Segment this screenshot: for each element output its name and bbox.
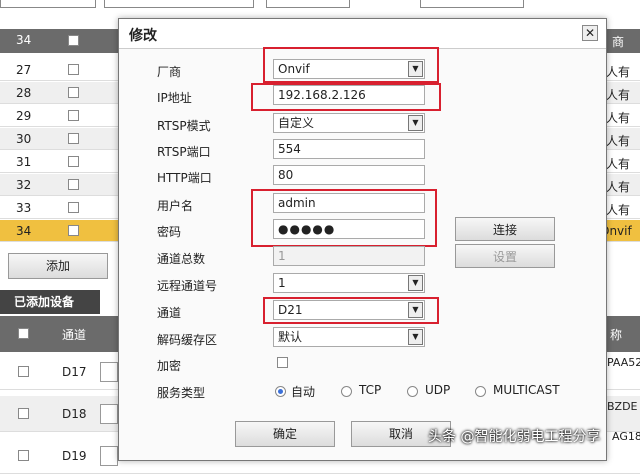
row-num: 34 [16, 224, 32, 238]
radio-tcp-label: TCP [359, 383, 382, 397]
settings-button[interactable]: 设置 [455, 244, 555, 268]
row-checkbox[interactable] [68, 87, 79, 98]
row-right-text: 人有 [606, 180, 631, 194]
rtsp-mode-select[interactable]: 自定义 ▼ [273, 113, 425, 133]
http-port-label: HTTP端口 [157, 171, 212, 185]
radio-udp[interactable] [407, 386, 418, 397]
remote-channel-select[interactable]: 1 ▼ [273, 273, 425, 293]
radio-auto[interactable] [275, 386, 286, 397]
watermark-text: 头条 @智能化弱电工程分享 [428, 429, 601, 445]
row-num: 31 [16, 155, 32, 169]
row-num: 33 [16, 201, 32, 215]
row-num: 27 [16, 63, 32, 77]
channel-label: 通道 [157, 306, 182, 320]
row-num: 30 [16, 132, 32, 146]
channel-highlight-box [263, 297, 439, 324]
row-right-text: AG18 [612, 430, 640, 443]
username-label: 用户名 [157, 199, 194, 213]
row-channel: D17 [62, 365, 87, 379]
credentials-highlight-box [251, 189, 437, 247]
radio-tcp[interactable] [341, 386, 352, 397]
ip-label: IP地址 [157, 91, 192, 105]
vendor-highlight-box [263, 47, 439, 83]
row-right-text: 人有 [606, 88, 631, 102]
chevron-down-icon[interactable]: ▼ [408, 115, 423, 131]
encrypt-label: 加密 [157, 359, 182, 373]
ok-button[interactable]: 确定 [235, 421, 335, 447]
row-num: 32 [16, 178, 32, 192]
remote-channel-label: 远程通道号 [157, 279, 218, 293]
row-right-text: PAA52 [607, 356, 640, 369]
added-devices-tab[interactable]: 已添加设备 [0, 290, 100, 314]
rtsp-mode-label: RTSP模式 [157, 119, 211, 133]
password-label: 密码 [157, 225, 182, 239]
ip-highlight-box [251, 83, 441, 111]
header-vendor-label: 商 [612, 35, 625, 49]
service-type-label: 服务类型 [157, 386, 206, 400]
modify-dialog: 修改 ✕ 厂商 Onvif ▼ IP地址 192.168.2.126 RTSP模… [118, 18, 607, 461]
row-checkbox[interactable] [68, 64, 79, 75]
row-checkbox[interactable] [18, 450, 29, 461]
search-type-box[interactable] [0, 0, 96, 8]
search-input-box[interactable] [266, 0, 350, 8]
row-checkbox[interactable] [68, 179, 79, 190]
row-checkbox[interactable] [68, 133, 79, 144]
row-checkbox[interactable] [18, 366, 29, 377]
row-right-text: 人有 [606, 134, 631, 148]
dialog-title: 修改 [129, 28, 157, 44]
row-checkbox[interactable] [68, 225, 79, 236]
radio-auto-label: 自动 [291, 385, 316, 399]
row-channel: D18 [62, 407, 87, 421]
radio-multicast-label: MULTICAST [493, 383, 560, 397]
encrypt-checkbox[interactable] [277, 357, 288, 368]
remote-channel-value: 1 [278, 276, 286, 290]
row-right-text: 人有 [606, 65, 631, 79]
vendor-label: 厂商 [157, 65, 182, 79]
http-port-field[interactable]: 80 [273, 165, 425, 185]
row-right-text: BZDE [607, 400, 638, 413]
dialog-titlebar: 修改 ✕ [119, 19, 606, 49]
row-num: 28 [16, 86, 32, 100]
radio-udp-label: UDP [425, 383, 451, 397]
row-edit-box[interactable] [100, 446, 118, 466]
chevron-down-icon[interactable]: ▼ [408, 329, 423, 345]
row-checkbox[interactable] [68, 156, 79, 167]
header-channel-label: 通道 [62, 328, 87, 342]
add-button[interactable]: 添加 [8, 253, 108, 279]
row-right-text: 人有 [606, 157, 631, 171]
row-checkbox[interactable] [18, 408, 29, 419]
rtsp-port-field[interactable]: 554 [273, 139, 425, 159]
row-edit-box[interactable] [100, 404, 118, 424]
chevron-down-icon[interactable]: ▼ [408, 275, 423, 291]
row-edit-box[interactable] [100, 362, 118, 382]
close-icon[interactable]: ✕ [582, 25, 598, 41]
header-checkbox[interactable] [18, 328, 29, 339]
connect-button[interactable]: 连接 [455, 217, 555, 241]
radio-multicast[interactable] [475, 386, 486, 397]
channel-total-field: 1 [273, 246, 425, 266]
header-name-label: 称 [610, 328, 623, 342]
decode-buffer-label: 解码缓存区 [157, 333, 218, 347]
search-button[interactable] [420, 0, 524, 8]
header-checkbox[interactable] [68, 35, 79, 46]
row-num: 29 [16, 109, 32, 123]
row-right-text: 人有 [606, 203, 631, 217]
rtsp-mode-value: 自定义 [278, 116, 315, 130]
row-checkbox[interactable] [68, 202, 79, 213]
search-field-box[interactable] [104, 0, 254, 8]
decode-buffer-value: 默认 [278, 330, 303, 344]
channel-total-label: 通道总数 [157, 252, 206, 266]
row-right-text: 人有 [606, 111, 631, 125]
rtsp-port-label: RTSP端口 [157, 145, 211, 159]
row-checkbox[interactable] [68, 110, 79, 121]
header-row-num: 34 [16, 33, 32, 47]
decode-buffer-select[interactable]: 默认 ▼ [273, 327, 425, 347]
